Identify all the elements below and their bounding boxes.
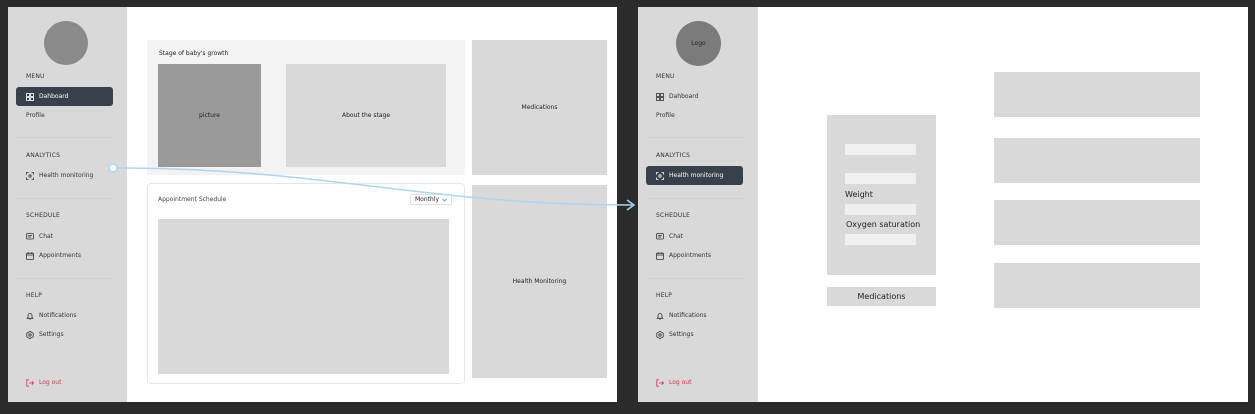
prototype-connector — [108, 163, 636, 211]
